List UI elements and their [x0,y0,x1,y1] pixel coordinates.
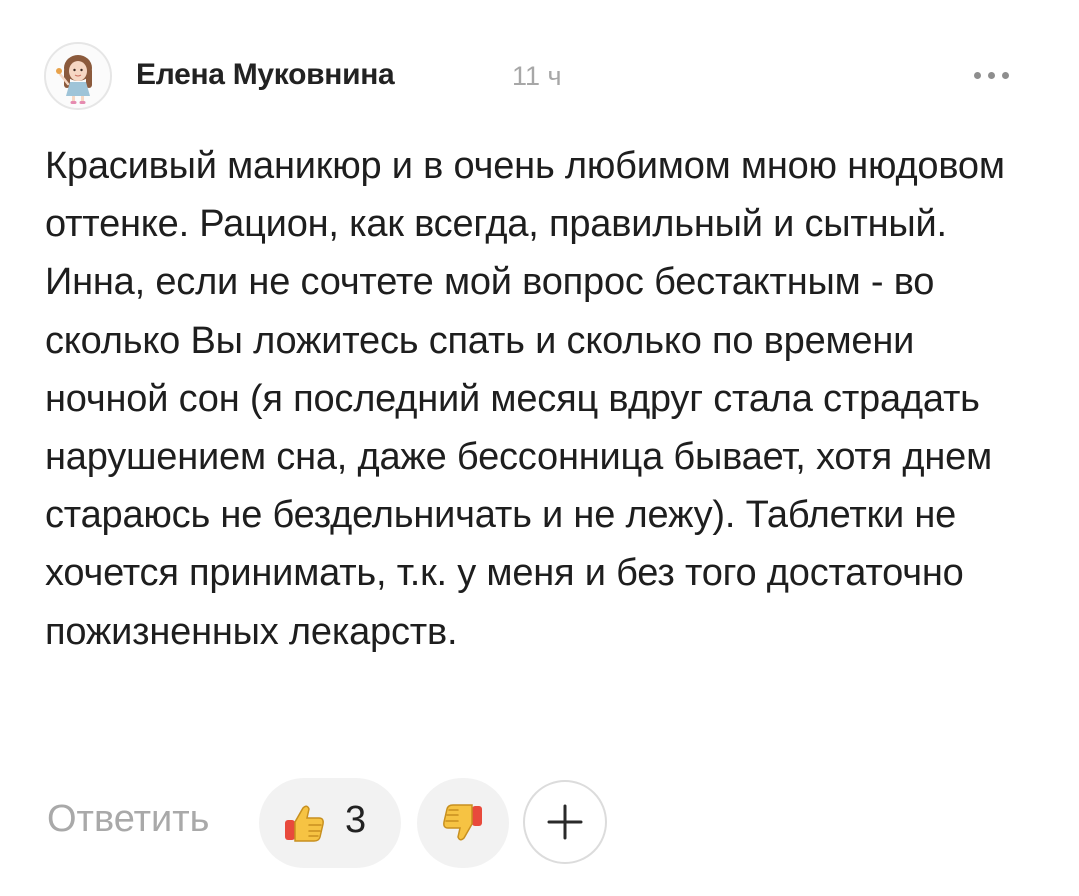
like-button[interactable]: 3 [259,778,401,868]
avatar-illustration [46,44,110,108]
comment-actions: Ответить 3 [45,778,1035,870]
comment-text: Красивый маникюр и в очень любимом мною … [45,145,1005,653]
add-reaction-button[interactable] [523,780,607,864]
thumbs-up-icon [285,805,324,842]
comment: Елена Муковнина 11 ч Красивый маникюр и … [0,0,1079,896]
more-dot [974,72,981,79]
avatar[interactable] [44,42,112,110]
more-options-icon[interactable] [972,64,1012,84]
comment-header: Елена Муковнина 11 ч [44,40,1034,112]
reply-button[interactable]: Ответить [47,798,209,841]
thumbs-down-icon [443,804,482,841]
more-dot [1002,72,1009,79]
plus-icon [547,804,583,840]
more-dot [988,72,995,79]
author-name[interactable]: Елена Муковнина [136,58,395,92]
like-count: 3 [345,799,367,841]
dislike-button[interactable] [417,778,509,868]
comment-timestamp: 11 ч [512,61,562,91]
